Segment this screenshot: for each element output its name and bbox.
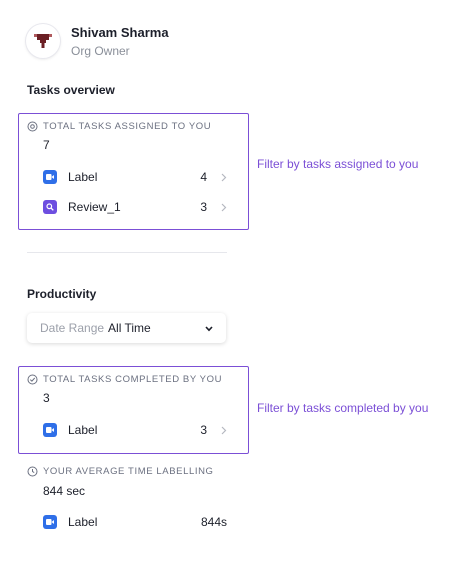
row-value: 844s [200, 515, 227, 529]
avg-time-heading-text: YOUR AVERAGE TIME LABELLING [43, 466, 214, 477]
target-icon [27, 121, 38, 132]
user-profile: Shivam Sharma Org Owner [26, 24, 169, 58]
review-search-icon [43, 200, 57, 214]
chevron-right-icon [207, 426, 227, 435]
row-label: Review_1 [68, 200, 121, 214]
assigned-row-review[interactable]: Review_1 3 [43, 197, 227, 217]
completed-tasks-heading: TOTAL TASKS COMPLETED BY YOU [27, 374, 222, 385]
user-role: Org Owner [71, 44, 130, 58]
check-circle-icon [27, 374, 38, 385]
row-label: Label [68, 170, 98, 184]
assigned-row-label[interactable]: Label 4 [43, 167, 227, 187]
assigned-tasks-heading-text: TOTAL TASKS ASSIGNED TO YOU [43, 121, 212, 132]
row-count: 4 [200, 170, 207, 184]
user-name: Shivam Sharma [71, 25, 169, 40]
label-tag-icon [43, 515, 57, 529]
date-range-label: Date Range [40, 321, 105, 335]
date-range-select[interactable]: Date Range All Time [27, 313, 226, 343]
tasks-overview-title: Tasks overview [27, 83, 115, 97]
completed-row-label[interactable]: Label 3 [43, 420, 227, 440]
completed-tasks-total: 3 [43, 391, 50, 405]
avatar [26, 24, 60, 58]
chevron-down-icon [205, 319, 213, 337]
row-count: 3 [200, 200, 207, 214]
productivity-title: Productivity [27, 287, 97, 301]
assigned-tasks-heading: TOTAL TASKS ASSIGNED TO YOU [27, 121, 211, 132]
assigned-tasks-total: 7 [43, 138, 50, 152]
avg-time-total: 844 sec [43, 484, 86, 498]
label-tag-icon [43, 423, 57, 437]
assigned-filter-note: Filter by tasks assigned to you [257, 157, 419, 171]
label-tag-icon [43, 170, 57, 184]
completed-tasks-heading-text: TOTAL TASKS COMPLETED BY YOU [43, 374, 223, 385]
date-range-value: All Time [108, 321, 151, 335]
org-logo-icon [34, 34, 52, 48]
section-divider [27, 252, 227, 253]
chevron-right-icon [207, 173, 227, 182]
row-label: Label [68, 515, 98, 529]
avg-time-row-label: Label 844s [43, 512, 227, 532]
completed-filter-note: Filter by tasks completed by you [257, 401, 429, 415]
avg-time-heading: YOUR AVERAGE TIME LABELLING [27, 466, 214, 477]
timer-icon [27, 466, 38, 477]
chevron-right-icon [207, 203, 227, 212]
row-count: 3 [200, 423, 207, 437]
row-label: Label [68, 423, 98, 437]
